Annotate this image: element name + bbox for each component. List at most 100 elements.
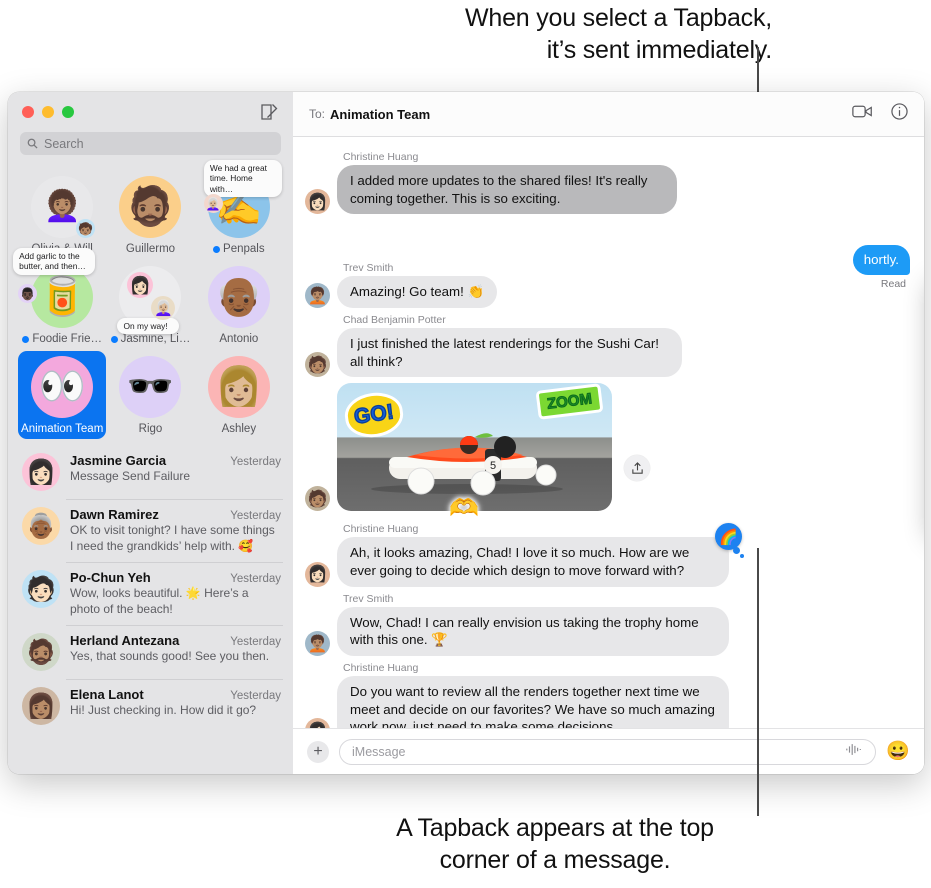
conversation-row-jasmine-garcia[interactable]: 👩🏻 Jasmine Garcia Yesterday Message Send…: [8, 445, 293, 499]
avatar: 🧑🏻: [22, 570, 60, 609]
pin-penpals[interactable]: ✍️ We had a great time. Home with… 👩🏼‍🦳 …: [195, 160, 283, 259]
message-thread: To: Animation Team Christine Huang 👩🏻 I …: [293, 92, 924, 774]
pin-label-text: Animation Team: [21, 423, 104, 435]
avatar-glyph: 👩🏻: [26, 458, 56, 486]
unread-dot: [213, 245, 221, 253]
pin-label-text: Jasmine, Li…: [120, 333, 191, 345]
message-sender: Christine Huang: [343, 151, 419, 163]
photo-image[interactable]: 5 GO! ZOOM: [337, 383, 612, 512]
message-bubble[interactable]: I added more updates to the shared files…: [333, 165, 677, 215]
svg-text:5: 5: [490, 460, 496, 472]
pin-preview-bubble: On my way!: [117, 317, 180, 334]
conversation-name: Jasmine Garcia: [70, 453, 167, 468]
emoji-smiley-icon[interactable]: 😀: [886, 742, 910, 761]
pin-label: Animation Team: [21, 423, 103, 435]
conversation-name: Dawn Ramirez: [70, 507, 159, 522]
conversation-snippet: Wow, looks beautiful. 🌟 Here’s a photo o…: [70, 586, 249, 616]
message-group: Christine Huang 👩🏻 I added more updates …: [305, 151, 912, 215]
message-row: 🧑🏽 5 GO! ZOOM 🫶: [305, 383, 912, 522]
annotation-bottom-leader-line: [757, 548, 759, 816]
conversation-time: Yesterday: [230, 636, 281, 649]
thread-header: To: Animation Team: [293, 92, 924, 137]
conversation-row-herland-antezana[interactable]: 🧔🏽 Herland Antezana Yesterday Yes, that …: [8, 625, 293, 679]
avatar: 🕶️: [119, 356, 182, 418]
audio-waveform-icon[interactable]: [845, 743, 863, 761]
message-bubble[interactable]: Amazing! Go team! 👏: [332, 276, 498, 309]
pin-label-text: Penpals: [223, 243, 265, 255]
message-composer: + iMessage 😀: [293, 728, 924, 774]
avatar-glyph: 🧑🏽: [307, 490, 328, 508]
avatar: 👩🏻: [22, 453, 60, 491]
avatar-primary: 👩🏻: [127, 272, 154, 298]
conversation-row-dawn-ramirez[interactable]: 👵🏾 Dawn Ramirez Yesterday OK to visit to…: [8, 499, 293, 562]
maximize-button[interactable]: [62, 106, 74, 118]
conversation-body: Po-Chun Yeh Yesterday Wow, looks beautif…: [70, 570, 281, 617]
pin-jasmine-li[interactable]: 👩🏻 👩🏼‍🦳 On my way! Jasmine, Li…: [106, 261, 194, 349]
pin-label: Jasmine, Li…: [110, 333, 191, 345]
thread-recipient-name[interactable]: Animation Team: [330, 107, 430, 122]
pin-ashley[interactable]: 👩🏼 Ashley: [195, 351, 283, 439]
message-sender: Chad Benjamin Potter: [343, 314, 446, 327]
pin-label-text: Foodie Frie…: [32, 333, 102, 345]
pin-label-text: Ashley: [221, 423, 257, 435]
search-input[interactable]: Search: [20, 132, 281, 155]
conversation-name: Herland Antezana: [70, 633, 180, 649]
unread-dot: [110, 335, 118, 343]
avatar-glyph: 🧑🏻: [26, 575, 56, 603]
pin-animation-team[interactable]: 👀 Animation Team: [18, 351, 107, 439]
rainbow-emoji: 🌈: [719, 528, 738, 546]
message-input[interactable]: iMessage: [339, 738, 877, 765]
unread-dot: [22, 335, 30, 343]
avatar: 👩🏻 👩🏼‍🦳 On my way!: [117, 266, 182, 334]
pin-foodie-friends[interactable]: 🥫 Add garlic to the butter, and then… 👨🏿…: [13, 248, 106, 349]
conversation-body: Herland Antezana Yesterday Yes, that sou…: [70, 633, 281, 671]
minimize-button[interactable]: [42, 106, 54, 118]
avatar-glyph: 🧑🏽‍🦱: [307, 287, 328, 305]
conversation-time: Yesterday: [230, 573, 281, 586]
avatar-glyph: 👩🏻: [307, 566, 328, 584]
photo-attachment[interactable]: 5 GO! ZOOM 🫶: [337, 383, 650, 522]
conversation-row-po-chun-yeh[interactable]: 🧑🏻 Po-Chun Yeh Yesterday Wow, looks beau…: [8, 562, 293, 625]
pin-preview-bubble: Add garlic to the butter, and then…: [13, 248, 96, 275]
message-row: 👩🏻 Ah, it looks amazing, Chad! I love it…: [305, 523, 912, 588]
message-bubble[interactable]: I just finished the latest renderings fo…: [333, 328, 682, 378]
message-bubble[interactable]: Ah, it looks amazing, Chad! I love it so…: [333, 537, 729, 588]
sushi-car-illustration: 5: [371, 433, 563, 496]
conversation-snippet: Message Send Failure: [70, 469, 191, 483]
message-group: Christine Huang 👩🏻 Ah, it looks amazing,…: [305, 523, 912, 588]
pin-antonio[interactable]: 👴🏾 Antonio: [195, 261, 283, 349]
message-bubble[interactable]: Wow, Chad! I can really envision us taki…: [333, 606, 729, 657]
conversation-name: Elena Lanot: [70, 687, 144, 703]
share-icon[interactable]: [624, 455, 650, 482]
conversation-time: Yesterday: [230, 510, 281, 522]
close-button[interactable]: [22, 106, 34, 118]
window-controls[interactable]: [22, 106, 74, 118]
pin-guillermo[interactable]: 🧔🏽 Guillermo: [106, 171, 194, 259]
info-circle-icon[interactable]: [891, 103, 908, 125]
search-icon: [27, 138, 38, 149]
tapback-badge-rainbow[interactable]: 🌈: [715, 523, 744, 559]
avatar: 👵🏾: [22, 507, 60, 545]
message-group: Trev Smith 🧑🏽‍🦱 Wow, Chad! I can really …: [305, 593, 912, 657]
avatar-glyph: 🥫: [38, 276, 86, 318]
plus-icon[interactable]: +: [307, 740, 329, 763]
pin-rigo[interactable]: 🕶️ Rigo: [106, 351, 194, 439]
outgoing-message-bubble[interactable]: hortly.: [852, 245, 910, 275]
message-bubble[interactable]: Do you want to review all the renders to…: [337, 676, 729, 728]
window-titlebar: [8, 92, 293, 132]
avatar: 🧑🏽: [305, 486, 330, 512]
message-sender: Christine Huang: [343, 523, 419, 536]
avatar: 👩🏻: [305, 718, 330, 728]
conversation-header: Herland Antezana Yesterday: [70, 633, 281, 648]
message-group: Christine Huang 👩🏻 Do you want to review…: [305, 662, 912, 728]
video-camera-icon[interactable]: [852, 104, 873, 124]
compose-icon[interactable]: [259, 102, 279, 122]
conversation-snippet: OK to visit tonight? I have some things …: [70, 523, 275, 553]
conversation-body: Dawn Ramirez Yesterday OK to visit tonig…: [70, 507, 281, 554]
conversation-row-elena-lanot[interactable]: 👩🏽 Elena Lanot Yesterday Hi! Just checki…: [8, 679, 293, 733]
message-input-placeholder: iMessage: [352, 744, 406, 759]
avatar: 👩🏼: [207, 356, 270, 418]
conversation-snippet: Yes, that sounds good! See you then.: [70, 649, 270, 664]
pin-olivia-will[interactable]: 👩🏽‍🦱 🧒🏽 Olivia & Will: [18, 171, 106, 259]
pin-label: Guillermo: [126, 243, 175, 255]
